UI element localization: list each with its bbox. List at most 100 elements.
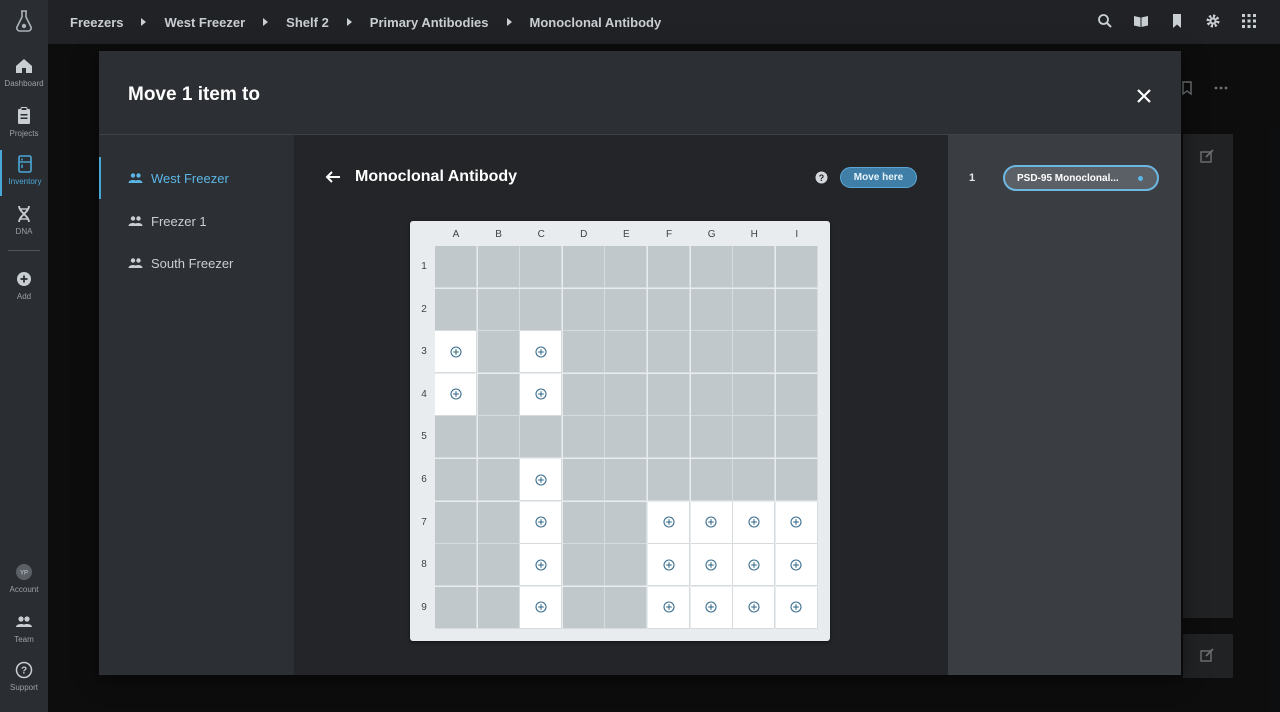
help-icon[interactable]: ?: [815, 171, 828, 184]
add-slot-icon: [535, 346, 547, 358]
nav-projects[interactable]: Projects: [0, 102, 48, 148]
location-label: South Freezer: [151, 255, 234, 271]
location-label: West Freezer: [151, 170, 229, 186]
group-icon: [128, 216, 143, 226]
column-header-h: H: [750, 229, 758, 240]
breadcrumb-current[interactable]: Monoclonal Antibody: [530, 15, 662, 30]
nav-dashboard[interactable]: Dashboard: [0, 52, 48, 98]
available-slot-c6[interactable]: [520, 459, 563, 501]
add-slot-icon: [535, 559, 547, 571]
available-slot-h8[interactable]: [733, 544, 776, 587]
nav-team[interactable]: Team: [0, 608, 48, 654]
available-slot-c9[interactable]: [520, 586, 563, 629]
breadcrumb-separator-icon: [141, 18, 147, 26]
available-slot-c7[interactable]: [520, 501, 563, 544]
move-here-button[interactable]: Move here: [840, 167, 917, 188]
available-slot-c3[interactable]: [520, 331, 563, 374]
move-item-modal: Move 1 item to West Freezer Freezer 1 So…: [99, 51, 1181, 675]
available-slot-c8[interactable]: [520, 544, 563, 587]
close-icon[interactable]: [1135, 87, 1153, 105]
gear-icon[interactable]: [1204, 12, 1222, 30]
occupied-slot-h5: [733, 416, 776, 459]
nav-dna-label: DNA: [15, 227, 33, 236]
box-title: Monoclonal Antibody: [355, 168, 518, 185]
available-slot-i8[interactable]: [775, 544, 818, 587]
available-slot-f7[interactable]: [648, 501, 690, 544]
column-header-g: G: [707, 229, 716, 240]
nav-inventory[interactable]: Inventory: [0, 150, 48, 196]
occupied-slot-f4: [648, 373, 690, 416]
occupied-slot-b8: [477, 544, 520, 587]
available-slot-g8[interactable]: [690, 544, 733, 587]
add-slot-icon: [790, 601, 802, 613]
box-panel: Monoclonal Antibody ? Move here A B C D E F G H…: [294, 135, 948, 675]
occupied-slot-d1: [562, 246, 605, 288]
location-item-west-freezer[interactable]: West Freezer: [99, 157, 294, 199]
row-header-5: 5: [421, 431, 427, 443]
flask-logo-icon[interactable]: [12, 9, 36, 33]
available-slot-g7[interactable]: [690, 501, 733, 544]
available-slot-i7[interactable]: [775, 501, 818, 544]
occupied-slot-d6: [562, 459, 605, 501]
occupied-slot-f5: [648, 416, 690, 459]
item-pill[interactable]: PSD-95 Monoclonal...: [1003, 165, 1159, 191]
nav-add-label: Add: [16, 292, 32, 301]
search-icon[interactable]: [1096, 12, 1114, 30]
modal-header: Move 1 item to: [99, 51, 1181, 135]
breadcrumb-separator-icon: [263, 18, 269, 26]
nav-add[interactable]: Add: [0, 265, 48, 311]
occupied-slot-i3: [775, 331, 818, 374]
occupied-slot-f3: [648, 331, 690, 374]
plus-circle-icon: [17, 272, 31, 286]
nav-support[interactable]: ? Support: [0, 656, 48, 702]
team-icon: [16, 616, 32, 627]
available-slot-h7[interactable]: [733, 501, 776, 544]
column-header-d: D: [580, 229, 588, 240]
occupied-slot-f6: [648, 459, 690, 501]
bookmark-icon[interactable]: [1168, 12, 1186, 30]
back-arrow-icon[interactable]: [324, 169, 342, 185]
open-book-icon[interactable]: [1132, 12, 1150, 30]
available-slot-f8[interactable]: [648, 544, 690, 587]
breadcrumb-shelf[interactable]: Shelf 2: [286, 15, 329, 30]
available-slot-g9[interactable]: [690, 586, 733, 629]
occupied-slot-c5: [520, 416, 563, 459]
available-slot-c4[interactable]: [520, 373, 563, 416]
nav-projects-label: Projects: [9, 129, 39, 138]
available-slot-f9[interactable]: [648, 586, 690, 629]
clipboard-icon: [18, 107, 30, 124]
occupied-slot-a7: [435, 501, 477, 544]
occupied-slot-d4: [562, 373, 605, 416]
nav-inventory-label: Inventory: [8, 177, 42, 186]
breadcrumb-west-freezer[interactable]: West Freezer: [164, 15, 245, 30]
location-item-freezer-1[interactable]: Freezer 1: [99, 200, 294, 242]
add-slot-icon: [790, 559, 802, 571]
top-bar: Freezers West Freezer Shelf 2 Primary An…: [48, 0, 1280, 44]
occupied-slot-h1: [733, 246, 776, 288]
selected-dot-icon: [1138, 176, 1143, 181]
column-header-c: C: [537, 229, 545, 240]
svg-text:?: ?: [21, 666, 27, 677]
freezer-icon: [18, 155, 32, 173]
row-header-3: 3: [421, 346, 427, 358]
nav-dna[interactable]: DNA: [0, 200, 48, 246]
nav-account[interactable]: YP Account: [0, 558, 48, 604]
occupied-slot-a1: [435, 246, 477, 288]
location-list: West Freezer Freezer 1 South Freezer: [99, 135, 294, 675]
available-slot-a4[interactable]: [435, 373, 477, 416]
breadcrumb-freezers[interactable]: Freezers: [70, 15, 123, 30]
breadcrumb-separator-icon: [346, 18, 352, 26]
add-slot-icon: [449, 346, 462, 358]
occupied-slot-c2: [520, 288, 563, 331]
apps-grid-icon[interactable]: [1240, 12, 1258, 30]
occupied-slot-i4: [775, 373, 818, 416]
available-slot-i9[interactable]: [775, 586, 818, 629]
add-slot-icon: [535, 516, 547, 528]
location-item-south-freezer[interactable]: South Freezer: [99, 242, 294, 284]
available-slot-a3[interactable]: [435, 331, 477, 374]
available-slot-h9[interactable]: [733, 586, 776, 629]
occupied-slot-b7: [477, 501, 520, 544]
row-header-4: 4: [421, 388, 427, 400]
breadcrumb-primary-antibodies[interactable]: Primary Antibodies: [370, 15, 489, 30]
column-header-e: E: [623, 229, 630, 240]
